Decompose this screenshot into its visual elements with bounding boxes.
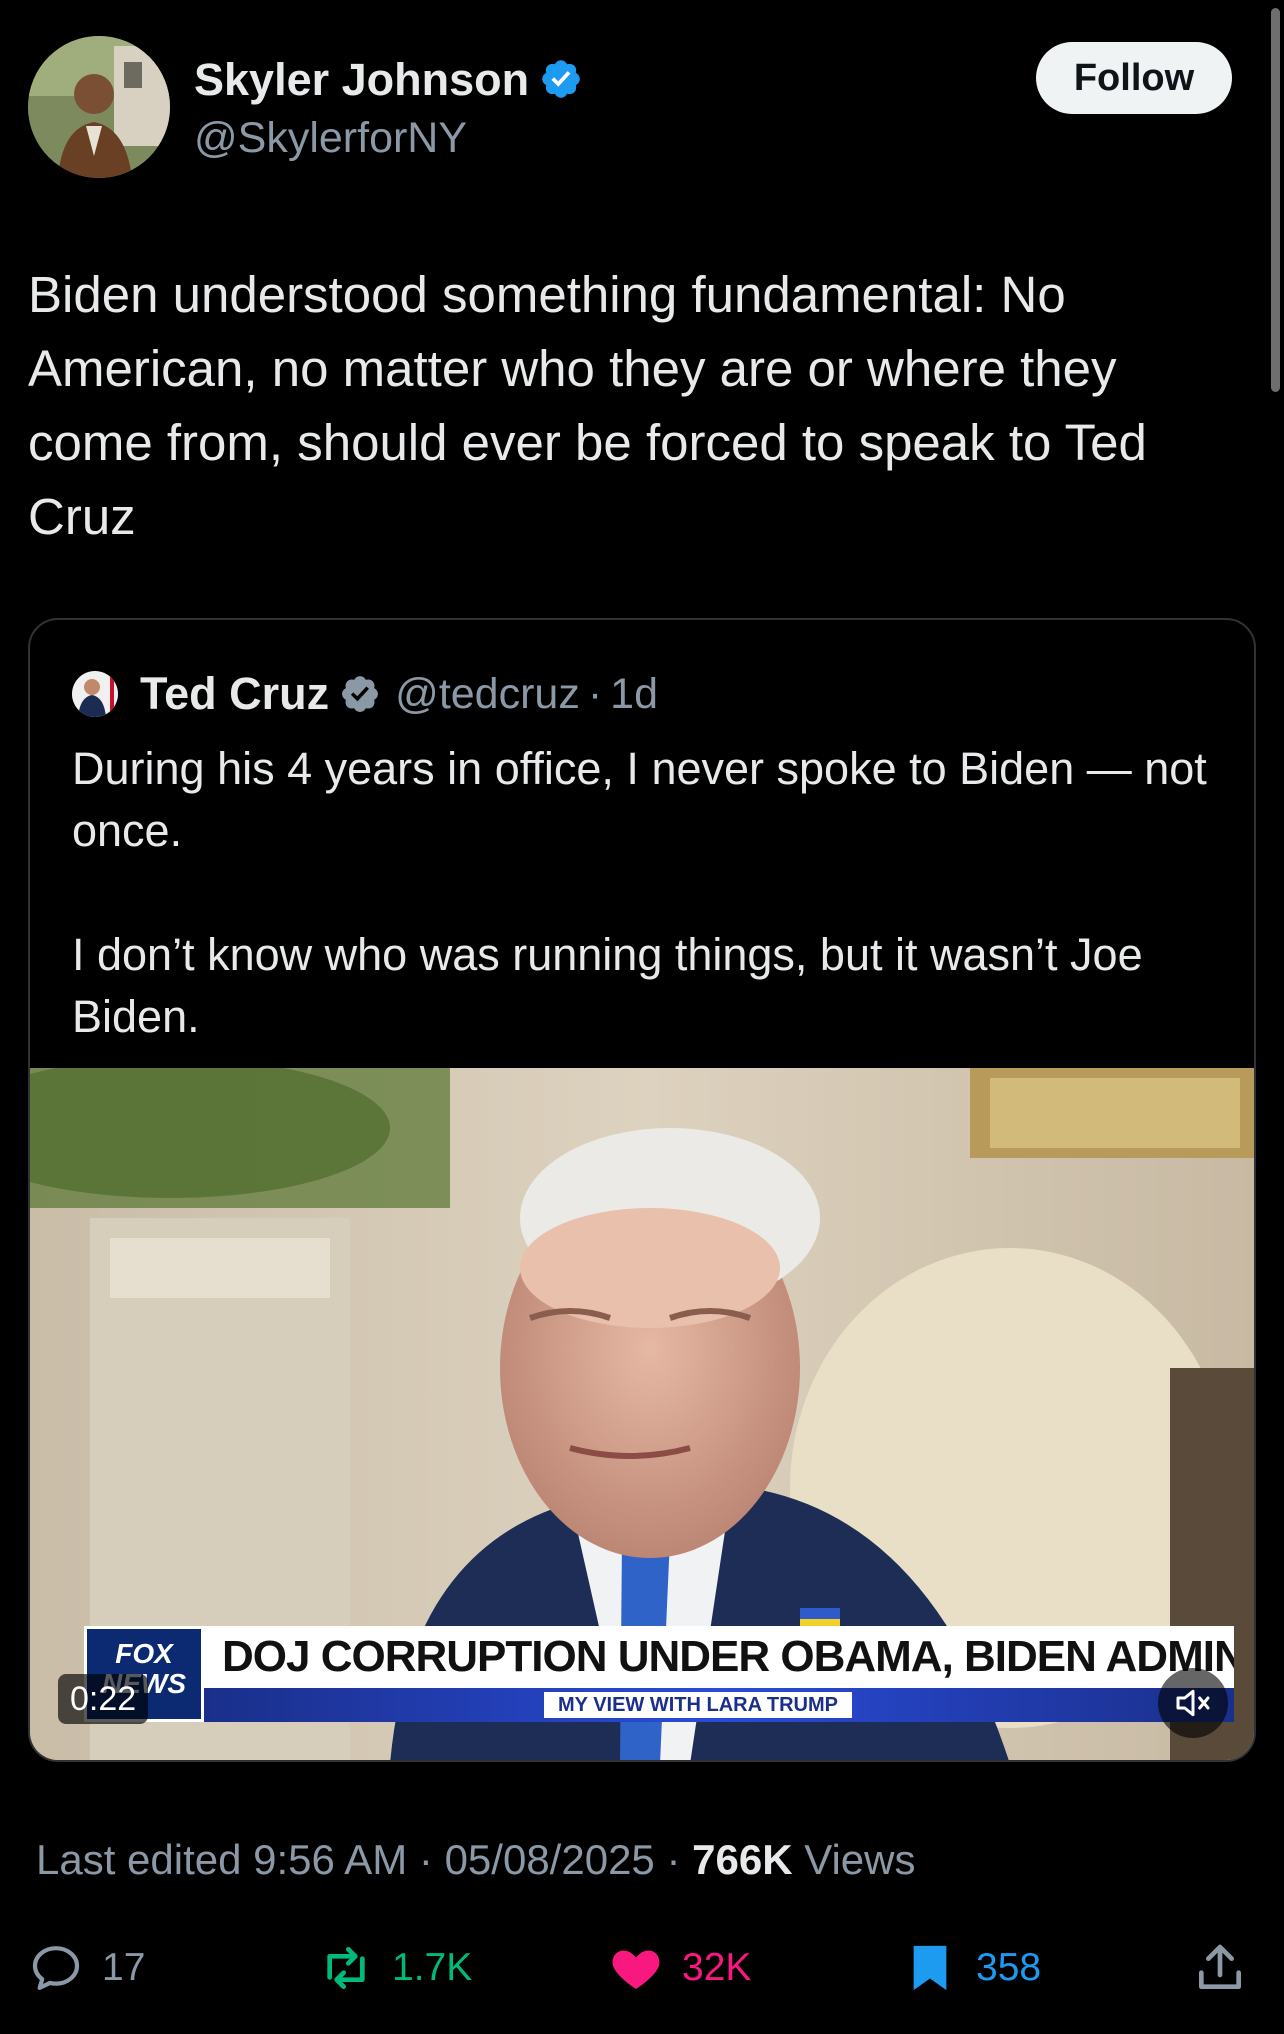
edited-timestamp[interactable]: Last edited 9:56 AM · 05/08/2025 — [36, 1836, 655, 1883]
tweet-header: Skyler Johnson @SkylerforNY Follow — [28, 36, 1232, 180]
like-button[interactable]: 32K — [608, 1930, 751, 2006]
separator-dot: · — [666, 1836, 681, 1883]
like-count: 32K — [682, 1946, 752, 1989]
author-avatar[interactable] — [28, 36, 170, 178]
chyron-subline: MY VIEW WITH LARA TRUMP — [544, 1692, 852, 1718]
quote-author-avatar[interactable] — [72, 671, 118, 717]
author-name-text[interactable]: Skyler Johnson — [194, 54, 529, 105]
verified-badge-icon — [542, 60, 580, 98]
quote-timestamp[interactable]: 1d — [610, 670, 658, 719]
share-icon — [1199, 1944, 1241, 1989]
chyron-headline: DOJ CORRUPTION UNDER OBAMA, BIDEN ADMINS — [204, 1626, 1234, 1688]
video-player[interactable]: FOX NEWS DOJ CORRUPTION UNDER OBAMA, BID… — [30, 1068, 1254, 1760]
bookmark-button[interactable]: 358 — [902, 1930, 1041, 2006]
quote-author-name[interactable]: Ted Cruz — [140, 668, 329, 720]
author-name[interactable]: Skyler Johnson — [194, 54, 583, 106]
verified-badge-icon — [342, 676, 379, 712]
tweet-text: Biden understood something fundamental: … — [28, 266, 1162, 545]
mute-button[interactable] — [1158, 1668, 1228, 1738]
separator-dot: · — [587, 669, 603, 718]
repost-icon — [327, 1947, 365, 1989]
bookmark-icon — [913, 1945, 947, 1991]
share-button[interactable] — [1192, 1930, 1248, 2006]
reply-icon — [32, 1946, 80, 1990]
reply-button[interactable]: 17 — [28, 1930, 145, 2006]
scrollbar[interactable] — [1271, 8, 1280, 392]
author-handle[interactable]: @SkylerforNY — [194, 114, 467, 163]
repost-button[interactable]: 1.7K — [318, 1930, 472, 2006]
follow-button[interactable]: Follow — [1036, 42, 1232, 114]
tweet-meta: Last edited 9:56 AM · 05/08/2025 · 766K … — [36, 1836, 916, 1884]
reply-count: 17 — [102, 1946, 146, 1989]
video-duration: 0:22 — [58, 1674, 149, 1724]
action-bar: 17 1.7K 32K 358 — [28, 1930, 1256, 2006]
like-icon — [612, 1950, 660, 1989]
quote-text: During his 4 years in office, I never sp… — [72, 743, 1207, 1042]
chyron-subline-bar: MY VIEW WITH LARA TRUMP — [204, 1688, 1234, 1722]
quote-header: Ted Cruz @tedcruz · 1d — [72, 664, 658, 724]
quote-tweet-card[interactable]: Ted Cruz @tedcruz · 1d During his 4 year… — [28, 618, 1256, 1762]
bookmark-count: 358 — [976, 1946, 1042, 1989]
mute-icon — [1176, 1689, 1210, 1717]
news-chyron: FOX NEWS DOJ CORRUPTION UNDER OBAMA, BID… — [84, 1626, 1234, 1722]
repost-count: 1.7K — [392, 1946, 473, 1989]
quote-author-handle[interactable]: @tedcruz — [395, 670, 580, 719]
views-count: 766K — [692, 1836, 793, 1883]
views-label: Views — [804, 1836, 916, 1883]
